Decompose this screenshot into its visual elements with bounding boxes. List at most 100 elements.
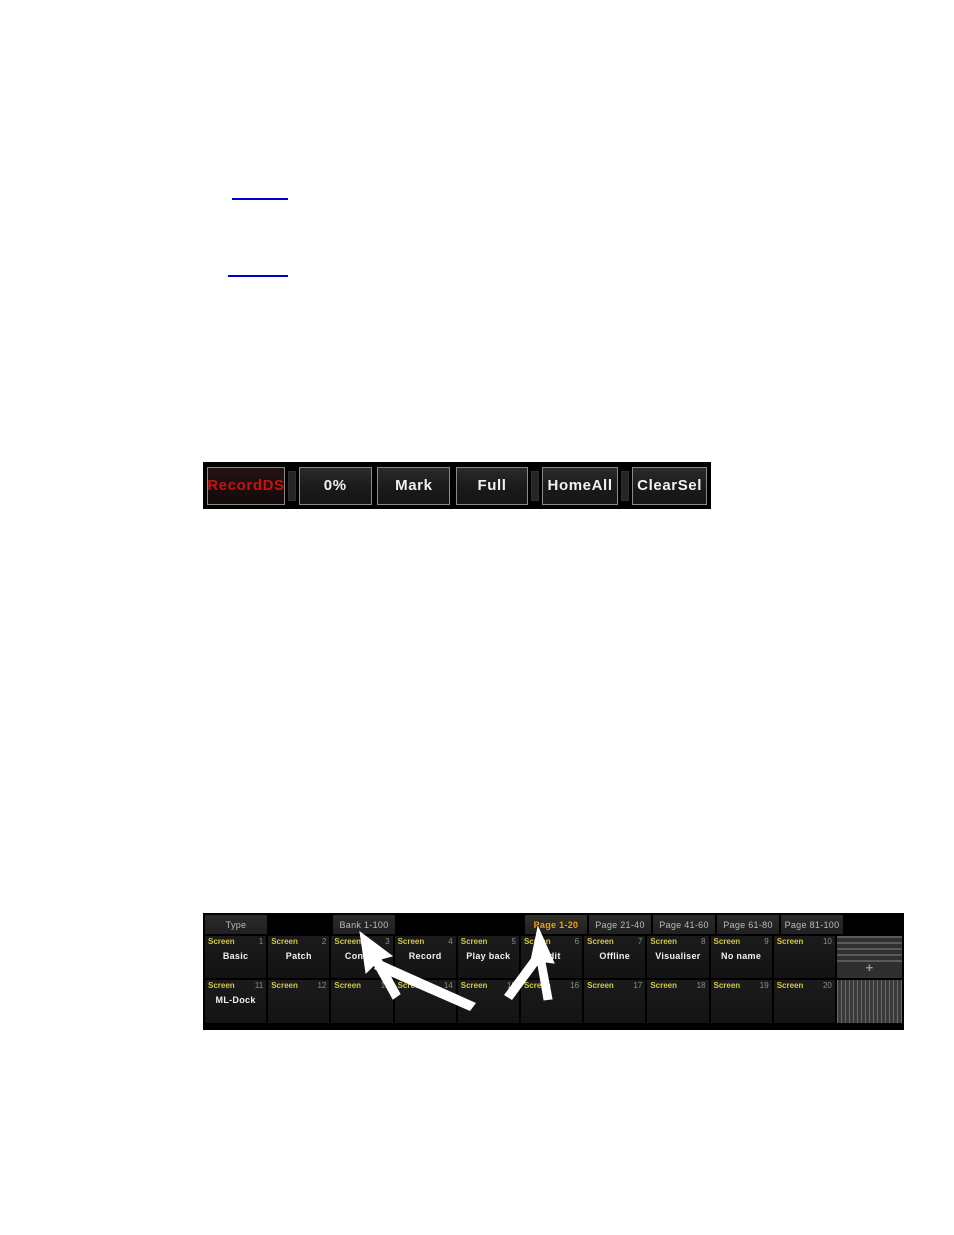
page-tab-81-100[interactable]: Page 81-100: [781, 915, 843, 934]
screen-lines-thumbnail[interactable]: +: [836, 936, 903, 978]
clear-sel-button[interactable]: ClearSel: [632, 466, 707, 505]
home-all-button[interactable]: HomeAll: [541, 466, 619, 505]
screen-cell-header: Screen 8: [647, 936, 708, 947]
screen-cell-type-label: Screen: [587, 937, 614, 946]
screen-cell-number: 12: [317, 981, 327, 990]
screen-cell-number: 13: [380, 981, 390, 990]
screen-cell-12[interactable]: Screen 12: [268, 980, 330, 1023]
type-header-button[interactable]: Type: [205, 915, 267, 934]
callout-arrows: [359, 925, 555, 1011]
screen-cell-number: 15: [507, 981, 516, 990]
screen-cell-type-label: Screen: [776, 937, 804, 946]
record-ds-button[interactable]: RecordDS: [207, 466, 285, 505]
page-tab-41-60[interactable]: Page 41-60: [653, 915, 715, 934]
page-tab-21-40[interactable]: Page 21-40: [589, 915, 651, 934]
zero-percent-button[interactable]: 0%: [298, 466, 372, 505]
hyperlink-rule-1[interactable]: [232, 198, 288, 200]
hyperlink-rule-2[interactable]: [228, 275, 288, 277]
toolbar-separator-3: [621, 470, 630, 501]
screen-cell-header: Screen 6: [521, 936, 582, 947]
screen-cell-type-label: Screen: [460, 937, 488, 946]
screen-cell-name: Basic: [222, 951, 249, 961]
screen-cell-type-label: Screen: [271, 937, 298, 946]
screen-cell-15[interactable]: Screen 15: [457, 980, 519, 1023]
page-tab-1-20[interactable]: Page 1-20: [525, 915, 587, 934]
screen-cell-type-label: Screen: [713, 981, 741, 990]
screen-cell-header: Screen 11: [205, 980, 266, 991]
screen-cell-header: Screen 18: [647, 980, 708, 991]
screen-cell-13[interactable]: Screen 13: [331, 980, 393, 1023]
screen-cell-11[interactable]: Screen 11 ML-Dock: [205, 980, 267, 1023]
screen-cell-type-label: Screen: [713, 937, 741, 946]
screen-cell-header: Screen 4: [395, 936, 456, 947]
screen-cell-name: Record: [408, 951, 442, 961]
screen-cell-type-label: Screen: [208, 937, 235, 946]
screen-cell-7[interactable]: Screen 7 Offline: [584, 936, 646, 978]
screen-cell-number: 18: [696, 981, 706, 990]
screen-cell-header: Screen 7: [584, 936, 645, 947]
header-spacer-middle: [397, 915, 523, 934]
screen-cell-9[interactable]: Screen 9 No name: [710, 936, 772, 978]
full-button[interactable]: Full: [456, 466, 528, 505]
screen-cell-name: Edit: [542, 951, 561, 961]
screen-grid-thumbnail[interactable]: [836, 980, 903, 1023]
screens-panel-header: Type Bank 1-100 Page 1-20 Page 21-40 Pag…: [203, 913, 904, 936]
screen-cell-header: Screen 12: [268, 980, 329, 991]
screen-cell-2[interactable]: Screen 2 Patch: [268, 936, 330, 978]
screen-cell-number: 11: [254, 981, 264, 990]
screen-cell-name: Offline: [599, 951, 631, 961]
screen-cell-type-label: Screen: [523, 981, 551, 990]
screen-cell-type-label: Screen: [650, 937, 677, 946]
screen-cell-type-label: Screen: [334, 981, 362, 990]
screen-cell-number: 6: [574, 937, 580, 946]
screen-cell-type-label: Screen: [587, 981, 614, 990]
screen-cell-1[interactable]: Screen 1 Basic: [205, 936, 267, 978]
header-spacer-left: [269, 915, 331, 934]
screen-cell-type-label: Screen: [460, 981, 488, 990]
screen-cell-number: 16: [570, 981, 580, 990]
screen-cell-8[interactable]: Screen 8 Visualiser: [647, 936, 709, 978]
screen-cell-header: Screen 19: [711, 980, 772, 991]
screen-cell-type-label: Screen: [334, 937, 362, 946]
screen-cell-19[interactable]: Screen 19: [710, 980, 772, 1023]
screen-cell-header: Screen 3: [331, 936, 392, 947]
toolbar-separator-2: [530, 470, 539, 501]
screen-cell-header: Screen 5: [458, 936, 519, 947]
screen-cell-type-label: Screen: [523, 937, 551, 946]
screen-cell-number: 7: [637, 937, 643, 946]
screen-cell-17[interactable]: Screen 17: [584, 980, 646, 1023]
screen-cell-20[interactable]: Screen 20: [773, 980, 835, 1023]
bank-selector-button[interactable]: Bank 1-100: [333, 915, 395, 934]
screen-cell-3[interactable]: Screen 3 Control: [331, 936, 393, 978]
add-screen-icon[interactable]: +: [837, 961, 902, 974]
screen-cell-6[interactable]: Screen 6 Edit: [520, 936, 583, 978]
screen-cell-4[interactable]: Screen 4 Record: [394, 936, 456, 978]
screen-cell-header: Screen 10: [774, 936, 835, 947]
screen-cell-type-label: Screen: [650, 981, 677, 990]
console-button-bar: RecordDS 0% Mark Full HomeAll ClearSel: [203, 462, 711, 509]
screen-selection-window: Type Bank 1-100 Page 1-20 Page 21-40 Pag…: [203, 913, 904, 1030]
screen-cell-14[interactable]: Screen 14: [394, 980, 456, 1023]
screen-cell-18[interactable]: Screen 18: [647, 980, 709, 1023]
mark-button[interactable]: Mark: [377, 466, 451, 505]
screen-cell-header: Screen 16: [521, 980, 582, 991]
page-tab-61-80[interactable]: Page 61-80: [717, 915, 779, 934]
screen-cell-number: 9: [764, 937, 769, 946]
screen-cell-type-label: Screen: [271, 981, 298, 990]
screen-cell-number: 20: [822, 981, 832, 990]
screen-cell-number: 3: [385, 937, 390, 946]
screen-cell-16[interactable]: Screen 16: [520, 980, 583, 1023]
screen-cell-number: 14: [443, 981, 453, 990]
screen-cell-10[interactable]: Screen 10: [773, 936, 835, 978]
screen-cell-type-label: Screen: [397, 937, 425, 946]
screen-cell-5[interactable]: Screen 5 Play back: [457, 936, 519, 978]
screen-cell-header: Screen 20: [774, 980, 835, 991]
screen-cell-number: 8: [701, 937, 706, 946]
screen-cell-header: Screen 1: [205, 936, 266, 947]
screen-cell-header: Screen 13: [331, 980, 392, 991]
screen-cell-number: 2: [321, 937, 327, 946]
screen-cell-type-label: Screen: [208, 981, 235, 990]
screen-cell-header: Screen 15: [458, 980, 519, 991]
screen-cell-row-1: Screen 1 Basic Screen 2 Patch Screen 3 Control Sc…: [203, 936, 904, 980]
screen-cell-name: Play back: [466, 951, 511, 961]
